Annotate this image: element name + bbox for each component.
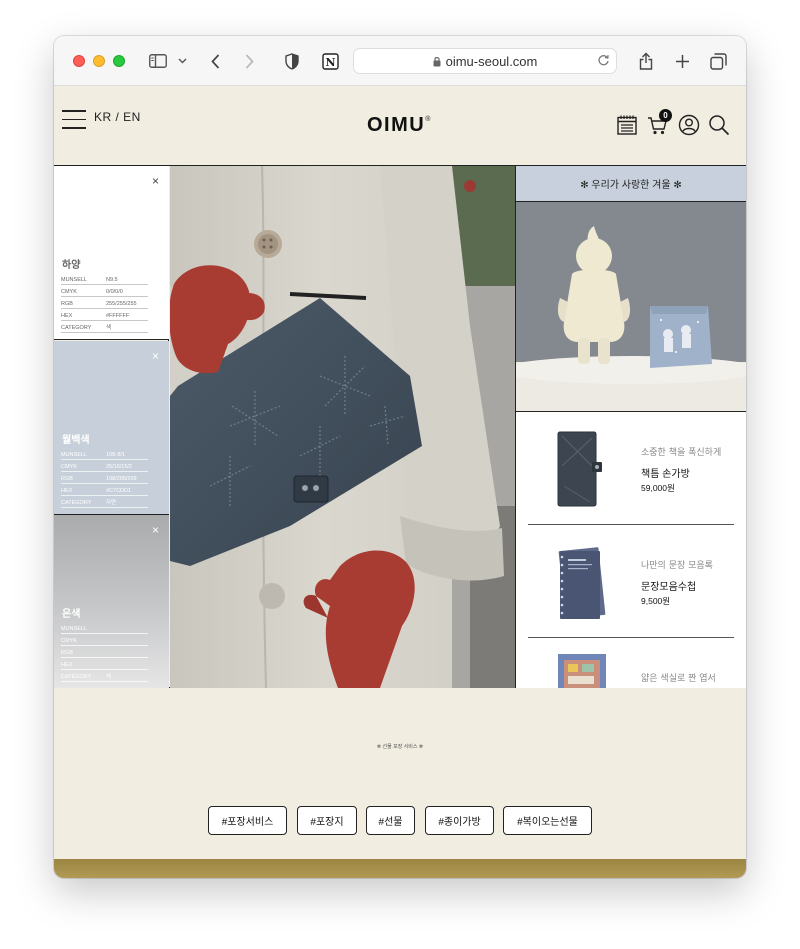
notion-icon[interactable]: N	[320, 51, 340, 71]
registered-mark: ®	[425, 116, 432, 123]
color-name: 은색	[62, 609, 81, 620]
site-logo[interactable]: OIMU®	[367, 114, 432, 137]
product-image[interactable]	[542, 652, 622, 688]
chevron-down-icon[interactable]	[177, 51, 187, 71]
spec-value: #C7CDD1	[106, 483, 148, 496]
browser-window: N oimu-seoul.com KR / EN OIMU® 0 × 하양 MU…	[54, 36, 746, 878]
product-tagline: 소중한 책을 폭신하게	[641, 448, 722, 458]
share-icon[interactable]	[637, 51, 655, 71]
hashtag-button[interactable]: #종이가방	[425, 806, 494, 835]
color-card-silver[interactable]: × 은색 MUNSELL CMYK RGB HEX CATEGORY 색	[54, 515, 169, 689]
address-bar[interactable]: oimu-seoul.com	[353, 48, 617, 74]
main-content: × 하양 MUNSELL N9.5 CMYK 0/0/0/0 RGB 255/255/…	[54, 165, 746, 689]
product-card[interactable]: 소중한 책을 폭신하게 책틈 손가방 59,000원	[528, 412, 734, 525]
spec-key: HEX	[61, 483, 106, 496]
candle-photo[interactable]	[516, 202, 746, 412]
language-toggle[interactable]: KR / EN	[94, 110, 141, 124]
back-arrow-icon[interactable]	[208, 51, 222, 71]
product-card[interactable]: 얇은 색실로 짠 엽서	[528, 638, 734, 688]
product-price: 9,500원	[641, 596, 671, 606]
product-price: 59,000원	[641, 483, 675, 493]
spec-key: CMYK	[61, 633, 106, 646]
new-tab-plus-icon[interactable]	[673, 51, 691, 71]
minimize-window-button[interactable]	[93, 55, 105, 67]
account-icon[interactable]	[678, 114, 700, 136]
spec-key: RGB	[61, 296, 106, 309]
menu-icon[interactable]	[62, 110, 86, 130]
close-icon[interactable]: ×	[152, 174, 159, 188]
product-image[interactable]	[542, 539, 622, 625]
cart-count-badge: 0	[659, 109, 672, 122]
footer-strip	[54, 859, 746, 878]
spec-key: CMYK	[61, 284, 106, 297]
spec-value: 25/16/15/2	[106, 459, 148, 472]
spec-value	[106, 645, 148, 658]
hero-photo[interactable]	[170, 166, 516, 688]
close-icon[interactable]: ×	[152, 523, 159, 537]
spec-value: #FFFFFF	[106, 308, 148, 321]
spec-key: MUNSELL	[61, 621, 106, 634]
color-spec-table: MUNSELL 10B 8/1 CMYK 25/16/15/2 RGB 198/205…	[61, 447, 148, 508]
forward-arrow-icon[interactable]	[242, 51, 256, 71]
hashtag-button[interactable]: #복이오는선물	[503, 806, 592, 835]
spec-key: CATEGORY	[61, 669, 106, 682]
spec-key: CATEGORY	[61, 495, 106, 508]
product-tagline: 얇은 색실로 짠 엽서	[641, 674, 716, 684]
spec-key: RGB	[61, 471, 106, 484]
spec-value: 색	[106, 669, 148, 682]
spec-key: CATEGORY	[61, 320, 106, 333]
site-header: KR / EN OIMU® 0	[54, 86, 746, 165]
product-image[interactable]	[542, 426, 622, 512]
spec-value: 0/0/0/0	[106, 284, 148, 297]
spec-value	[106, 621, 148, 634]
color-swatch-column: × 하양 MUNSELL N9.5 CMYK 0/0/0/0 RGB 255/255/…	[54, 166, 169, 689]
hashtag-button[interactable]: #포장서비스	[208, 806, 287, 835]
product-name[interactable]: 책틈 손가방	[641, 465, 690, 480]
spec-key: MUNSELL	[61, 447, 106, 460]
close-window-button[interactable]	[73, 55, 85, 67]
color-card-moon-white[interactable]: × 월백색 MUNSELL 10B 8/1 CMYK 25/16/15/2 RGB 1…	[54, 341, 169, 515]
reload-icon[interactable]	[597, 54, 610, 70]
browser-toolbar: N oimu-seoul.com	[54, 36, 746, 86]
product-card[interactable]: 나만의 문장 모음록 문장모음수첩 9,500원	[528, 525, 734, 638]
spec-value	[106, 657, 148, 670]
product-tagline: 나만의 문장 모음록	[641, 561, 713, 571]
gift-service-section: ✻ 선물 포장 서비스 ✻ #포장서비스 #포장지 #선물 #종이가방 #복이오…	[54, 688, 746, 859]
product-name[interactable]: 문장모음수첩	[641, 578, 696, 593]
color-spec-table: MUNSELL CMYK RGB HEX CATEGORY 색	[61, 621, 148, 682]
color-name: 월백색	[62, 435, 90, 446]
spec-value: 198/205/209	[106, 471, 148, 484]
winter-banner[interactable]: ✻ 우리가 사랑한 겨울 ✻	[516, 166, 746, 202]
close-icon[interactable]: ×	[152, 349, 159, 363]
lock-icon	[433, 56, 441, 67]
section-caption: ✻ 선물 포장 서비스 ✻	[376, 744, 424, 750]
color-card-white[interactable]: × 하양 MUNSELL N9.5 CMYK 0/0/0/0 RGB 255/255/…	[54, 166, 169, 340]
search-icon[interactable]	[708, 114, 730, 136]
spec-key: HEX	[61, 308, 106, 321]
color-name: 하양	[62, 260, 81, 271]
hashtag-button[interactable]: #포장지	[297, 806, 357, 835]
spec-value	[106, 633, 148, 646]
spec-value: 255/255/255	[106, 296, 148, 309]
sidebar-icon[interactable]	[148, 51, 168, 71]
svg-text:N: N	[325, 56, 335, 69]
calendar-icon[interactable]	[616, 114, 638, 136]
zoom-window-button[interactable]	[113, 55, 125, 67]
spec-value: 색	[106, 320, 148, 333]
url-text: oimu-seoul.com	[445, 53, 538, 69]
spec-value: 10B 8/1	[106, 447, 148, 460]
spec-key: HEX	[61, 657, 106, 670]
spec-key: MUNSELL	[61, 272, 106, 285]
shield-icon[interactable]	[284, 51, 300, 71]
spec-key: CMYK	[61, 459, 106, 472]
spec-value: N9.5	[106, 272, 148, 285]
featured-column: ✻ 우리가 사랑한 겨울 ✻ 소중한 책을 폭신하게 책틈 손가방 59,000…	[516, 166, 746, 688]
color-spec-table: MUNSELL N9.5 CMYK 0/0/0/0 RGB 255/255/255 H…	[61, 272, 148, 333]
logo-text: OIMU	[367, 114, 426, 136]
hashtag-button[interactable]: #선물	[366, 806, 415, 835]
tab-overview-icon[interactable]	[708, 51, 728, 71]
spec-key: RGB	[61, 645, 106, 658]
spec-value: 자연	[106, 495, 148, 508]
